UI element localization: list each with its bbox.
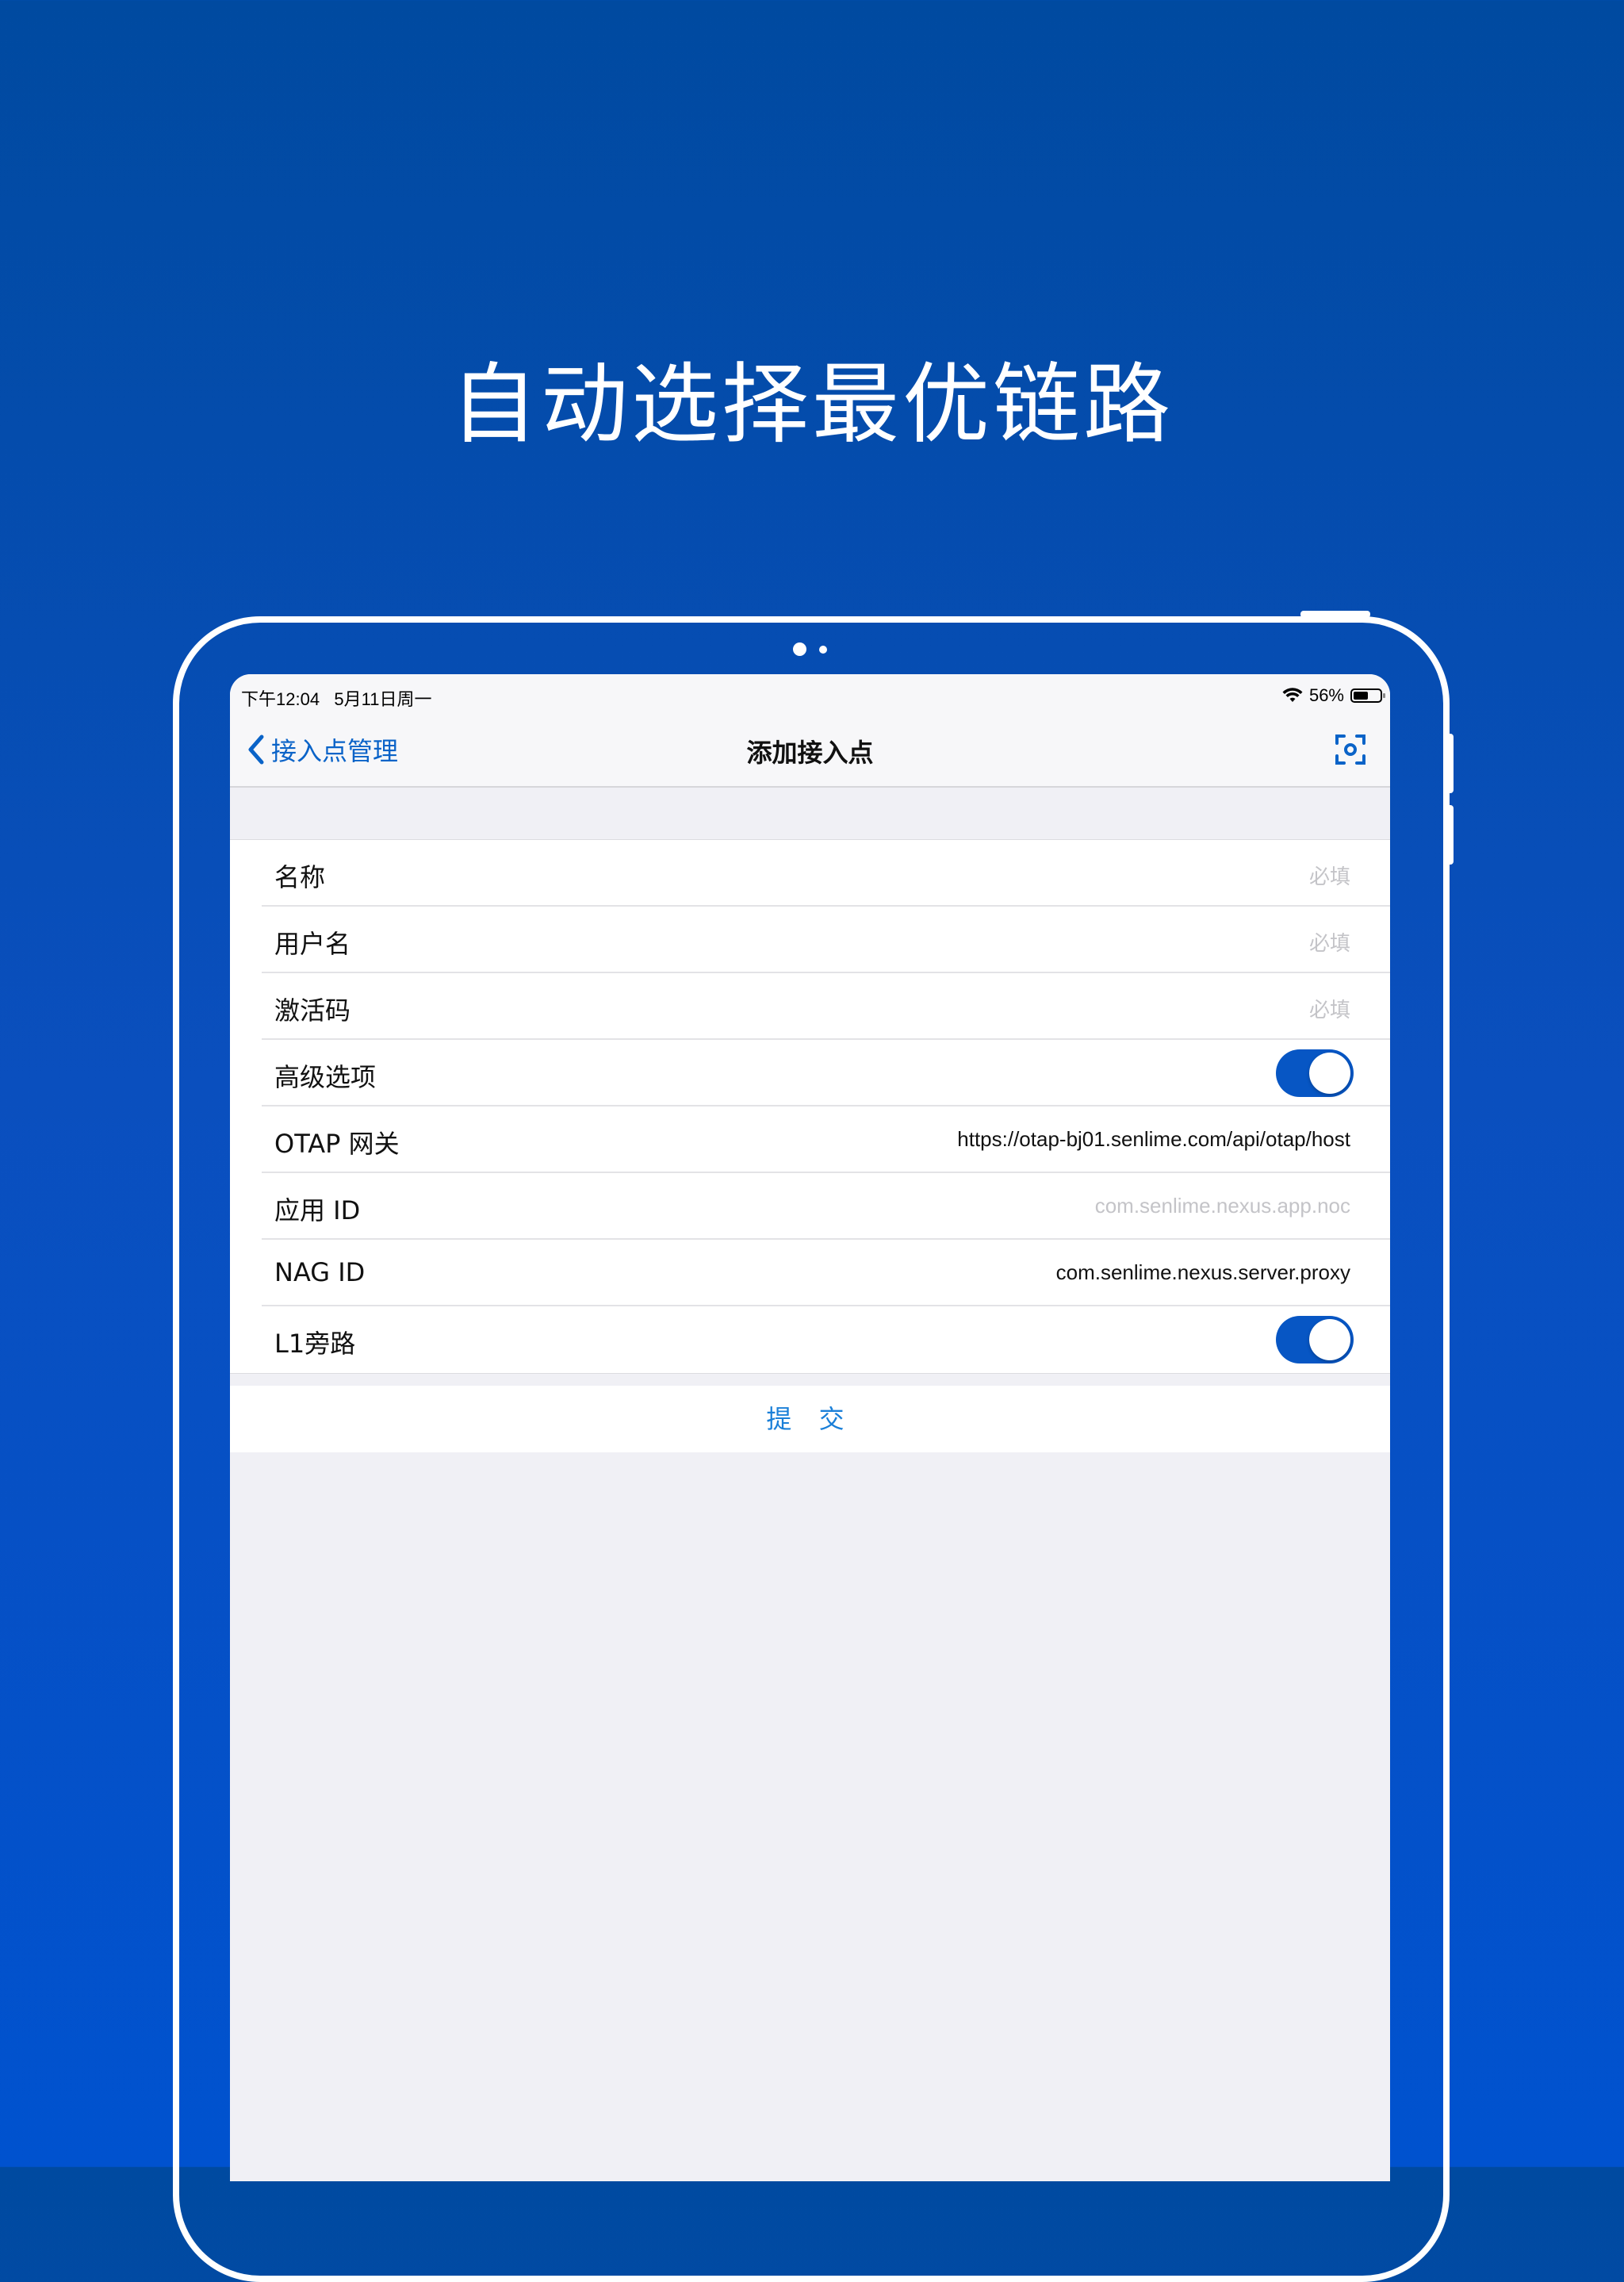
battery-icon (1350, 688, 1385, 703)
device-screen: 下午12:04 5月11日周一 56% 接入点管理 添加接入点 名称 必填 用户… (230, 674, 1390, 2181)
app-id-input[interactable]: com.senlime.nexus.app.noc (1095, 1194, 1350, 1218)
otap-gateway-input[interactable]: https://otap-bj01.senlime.com/api/otap/h… (957, 1127, 1350, 1152)
row-label: 名称 (274, 862, 326, 892)
toggle-knob (1309, 1319, 1350, 1360)
status-date: 5月11日周一 (334, 689, 432, 709)
nag-id-input[interactable]: com.senlime.nexus.server.proxy (1056, 1260, 1350, 1285)
scan-button[interactable] (1335, 734, 1366, 769)
activation-code-input[interactable]: 必填 (1309, 994, 1350, 1023)
status-bar: 下午12:04 5月11日周一 56% (230, 674, 1390, 714)
form-row-app-id[interactable]: 应用 ID com.senlime.nexus.app.noc (262, 1173, 1390, 1240)
row-label: OTAP 网关 (274, 1129, 400, 1159)
wifi-icon (1282, 688, 1303, 702)
toggle-knob (1309, 1053, 1350, 1094)
status-time-date: 下午12:04 5月11日周一 (241, 685, 431, 711)
l1-bypass-toggle[interactable] (1276, 1316, 1354, 1363)
row-label: 应用 ID (274, 1195, 361, 1225)
row-label: 激活码 (274, 995, 351, 1026)
navigation-bar: 接入点管理 添加接入点 (230, 714, 1390, 788)
form-row-l1-bypass: L1旁路 (262, 1306, 1390, 1373)
battery-percent: 56% (1308, 685, 1344, 705)
form-row-nag-id[interactable]: NAG ID com.senlime.nexus.server.proxy (262, 1240, 1390, 1306)
form-row-advanced-options: 高级选项 (262, 1040, 1390, 1106)
row-label: 用户名 (274, 929, 351, 959)
row-label: 高级选项 (274, 1062, 377, 1092)
submit-button[interactable]: 提 交 (230, 1386, 1390, 1452)
form-row-name[interactable]: 名称 必填 (262, 840, 1390, 907)
page-title: 添加接入点 (746, 738, 874, 768)
headline: 自动选择最优链路 (450, 354, 1174, 455)
name-input[interactable]: 必填 (1309, 861, 1350, 890)
advanced-options-toggle[interactable] (1276, 1049, 1354, 1097)
camera-icon (793, 642, 806, 656)
scan-icon (1335, 734, 1365, 765)
row-label: NAG ID (274, 1257, 366, 1287)
status-time: 下午12:04 (241, 689, 320, 709)
form-row-activation-code[interactable]: 激活码 必填 (262, 973, 1390, 1040)
status-right: 56% (1282, 685, 1385, 706)
username-input[interactable]: 必填 (1309, 927, 1350, 957)
access-point-form: 名称 必填 用户名 必填 激活码 必填 高级选项 OTAP 网关 https:/… (230, 839, 1390, 1374)
battery-fill (1354, 692, 1368, 700)
sensor-icon (819, 646, 827, 654)
row-label: L1旁路 (274, 1329, 356, 1359)
form-row-otap-gateway[interactable]: OTAP 网关 https://otap-bj01.senlime.com/ap… (262, 1106, 1390, 1173)
form-row-username[interactable]: 用户名 必填 (262, 907, 1390, 973)
